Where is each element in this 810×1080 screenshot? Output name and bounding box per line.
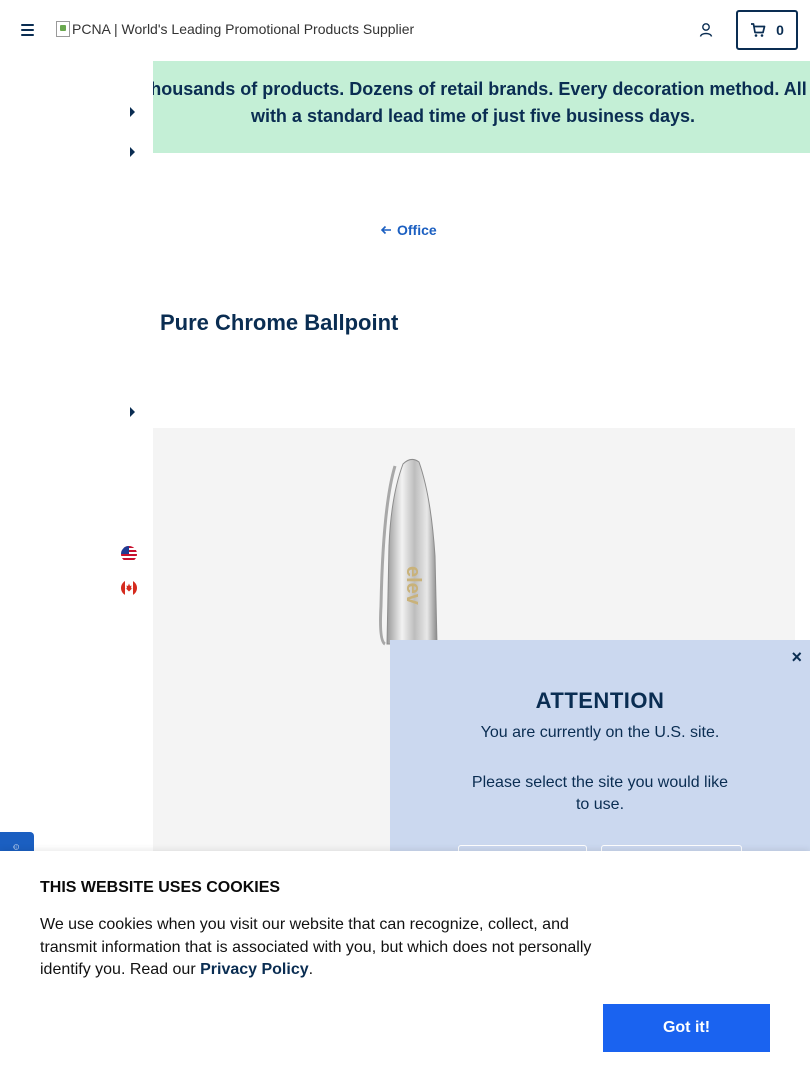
us-flag-icon[interactable] (121, 546, 137, 562)
product-title: Pure Chrome Ballpoint (160, 310, 399, 335)
arrow-left-icon (380, 225, 391, 235)
promo-banner: Thousands of products. Dozens of retail … (153, 61, 810, 153)
user-account-icon[interactable] (698, 22, 714, 38)
cart-icon (751, 23, 766, 37)
svg-text:elev: elev (402, 566, 424, 606)
cookie-period: . (308, 961, 314, 978)
pen-image: elev (379, 458, 438, 646)
cookie-description: We use cookies when you visit our websit… (40, 916, 592, 978)
cart-count: 0 (776, 22, 784, 38)
logo-alt-text: PCNA | World's Leading Promotional Produ… (72, 21, 415, 37)
cart-button[interactable]: 0 (736, 10, 798, 50)
cookie-banner: THIS WEBSITE USES COOKIES We use cookies… (0, 851, 810, 1080)
modal-prompt-text: Please select the site you would like to… (471, 774, 729, 813)
caret-right-icon[interactable] (130, 107, 136, 117)
cookie-title: THIS WEBSITE USES COOKIES (40, 879, 281, 896)
cookie-accept-button[interactable]: Got it! (603, 1004, 770, 1052)
privacy-policy-link[interactable]: Privacy Policy (200, 961, 309, 978)
breadcrumb-label: Office (397, 222, 437, 238)
cookie-text-block: We use cookies when you visit our websit… (40, 914, 600, 982)
canada-flag-icon[interactable] (121, 580, 137, 596)
modal-current-site-text: You are currently on the U.S. site. (480, 724, 720, 741)
caret-right-icon[interactable] (130, 147, 136, 157)
caret-right-icon[interactable] (130, 407, 136, 417)
modal-title: ATTENTION (535, 688, 665, 713)
site-header: PCNA | World's Leading Promotional Produ… (0, 0, 810, 61)
broken-image-icon (56, 21, 70, 37)
close-icon[interactable]: × (791, 648, 802, 666)
breadcrumb-back-link[interactable]: Office (380, 222, 437, 238)
site-logo[interactable]: PCNA | World's Leading Promotional Produ… (56, 21, 414, 37)
hamburger-menu-icon[interactable] (20, 22, 36, 38)
promo-banner-text: Thousands of products. Dozens of retail … (153, 79, 807, 126)
